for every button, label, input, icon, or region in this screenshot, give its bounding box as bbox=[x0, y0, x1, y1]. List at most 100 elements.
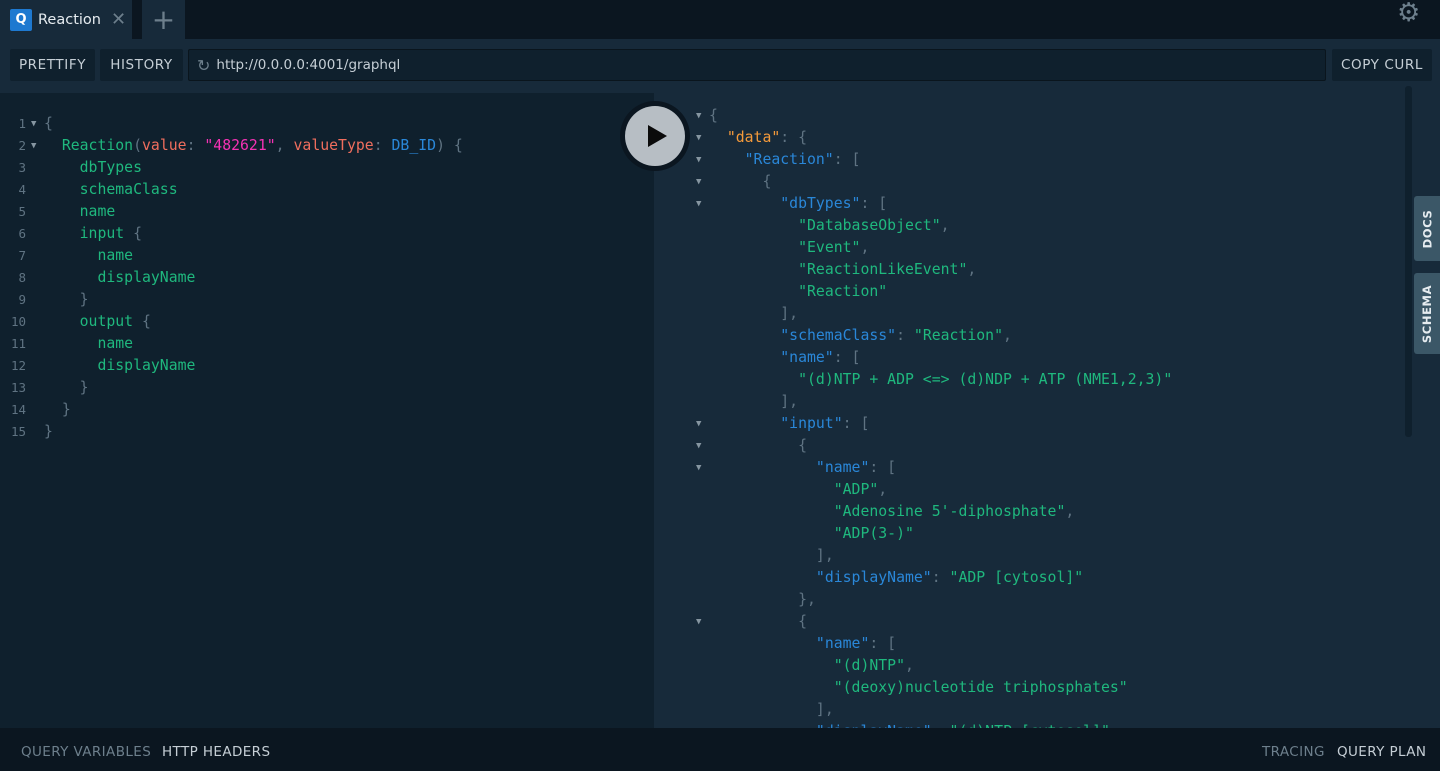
fold-toggle-icon[interactable]: ▼ bbox=[31, 113, 36, 135]
copy-curl-button[interactable]: COPY CURL bbox=[1332, 49, 1432, 81]
code-token: "ADP" bbox=[833, 481, 879, 498]
code-token: , bbox=[1065, 503, 1075, 520]
line-number: 2 bbox=[18, 138, 26, 153]
reload-icon[interactable]: ↻ bbox=[197, 56, 210, 75]
code-token: "Reaction" bbox=[913, 327, 1003, 344]
code-line: "(deoxy)nucleotide triphosphates" bbox=[654, 677, 1440, 699]
results-scrollbar[interactable] bbox=[1405, 86, 1412, 437]
fold-toggle-icon[interactable]: ▼ bbox=[696, 193, 701, 215]
code-line: "ReactionLikeEvent", bbox=[654, 259, 1440, 281]
http-headers-tab[interactable]: HTTP HEADERS bbox=[162, 744, 270, 760]
code-token: } bbox=[61, 401, 71, 418]
line-number: 6 bbox=[18, 226, 26, 241]
code-line: ▼ "name": [ bbox=[654, 457, 1440, 479]
fold-toggle-icon[interactable]: ▼ bbox=[31, 135, 36, 157]
gear-icon[interactable]: ⚙ bbox=[1397, 0, 1420, 28]
code-token: , bbox=[1003, 327, 1012, 344]
line-number: 3 bbox=[18, 160, 26, 175]
line-number: 10 bbox=[10, 314, 26, 329]
code-token: "displayName" bbox=[815, 569, 932, 586]
code-line: "(d)NTP + ADP <=> (d)NDP + ATP (NME1,2,3… bbox=[654, 369, 1440, 391]
code-line: 8 displayName bbox=[0, 267, 654, 289]
code-token: "Reaction" bbox=[798, 283, 888, 300]
toolbar: PRETTIFY HISTORY ↻ http://0.0.0.0:4001/g… bbox=[0, 39, 1440, 93]
code-line: }, bbox=[654, 589, 1440, 611]
fold-toggle-icon[interactable]: ▼ bbox=[696, 611, 701, 633]
fold-toggle-icon[interactable]: ▼ bbox=[696, 149, 701, 171]
graphql-query-icon: Q bbox=[10, 8, 32, 31]
code-token: : [ bbox=[842, 415, 870, 432]
fold-toggle-icon[interactable]: ▼ bbox=[696, 435, 701, 457]
result-viewer: ▼{▼ "data": {▼ "Reaction": [▼{▼ "dbTypes": … bbox=[654, 93, 1440, 728]
code-line: "Event", bbox=[654, 237, 1440, 259]
query-plan-tab[interactable]: QUERY PLAN bbox=[1337, 744, 1426, 760]
fold-toggle-icon[interactable]: ▼ bbox=[696, 127, 701, 149]
code-line: 11 name bbox=[0, 333, 654, 355]
code-token: "name" bbox=[815, 459, 870, 476]
code-token: value bbox=[142, 137, 187, 154]
fold-toggle-icon[interactable]: ▼ bbox=[696, 413, 701, 435]
tracing-tab[interactable]: TRACING bbox=[1262, 744, 1325, 760]
docs-tab[interactable]: DOCS bbox=[1414, 196, 1440, 261]
code-line: "DatabaseObject", bbox=[654, 215, 1440, 237]
fold-toggle-icon[interactable]: ▼ bbox=[696, 457, 701, 479]
code-line: 12 displayName bbox=[0, 355, 654, 377]
code-token: "Reaction" bbox=[744, 151, 834, 168]
code-token: dbTypes bbox=[79, 159, 142, 176]
code-token: valueType bbox=[293, 137, 374, 154]
code-token: : [ bbox=[833, 349, 861, 366]
code-token: "(deoxy)nucleotide triphosphates" bbox=[833, 679, 1128, 696]
add-tab-button[interactable]: + bbox=[142, 0, 185, 39]
code-token: { bbox=[709, 107, 718, 124]
code-token: "schemaClass" bbox=[780, 327, 897, 344]
tab-reaction[interactable]: Q Reaction ✕ bbox=[0, 0, 132, 39]
code-token: "data" bbox=[726, 129, 781, 146]
code-line: ], bbox=[654, 699, 1440, 721]
code-token: ], bbox=[780, 305, 799, 322]
code-line: ▼ "Reaction": [ bbox=[654, 149, 1440, 171]
close-icon[interactable]: ✕ bbox=[111, 9, 126, 30]
code-token: , bbox=[967, 261, 977, 278]
fold-toggle-icon[interactable]: ▼ bbox=[696, 105, 701, 127]
code-line: ▼{ bbox=[654, 435, 1440, 457]
code-token: "ADP(3-)" bbox=[833, 525, 914, 542]
code-token: DB_ID bbox=[391, 137, 437, 154]
code-token: name bbox=[97, 247, 134, 264]
code-token: : bbox=[931, 569, 950, 586]
line-number: 15 bbox=[10, 424, 26, 439]
prettify-button[interactable]: PRETTIFY bbox=[10, 49, 95, 81]
line-number: 12 bbox=[10, 358, 26, 373]
code-token: , bbox=[860, 239, 870, 256]
fold-toggle-icon[interactable]: ▼ bbox=[696, 171, 701, 193]
code-token: displayName bbox=[97, 357, 196, 374]
line-number: 4 bbox=[18, 182, 26, 197]
line-number: 14 bbox=[10, 402, 26, 417]
code-token: : [ bbox=[860, 195, 888, 212]
code-token: "482621" bbox=[204, 137, 276, 154]
line-number: 1 bbox=[18, 116, 26, 131]
code-token: { bbox=[762, 173, 772, 190]
query-editor[interactable]: 1 ▼ {2 ▼ Reaction(value: "482621", valueType… bbox=[0, 93, 654, 728]
history-button[interactable]: HISTORY bbox=[100, 49, 183, 81]
code-token: { bbox=[44, 115, 53, 132]
code-line: ▼ "input": [ bbox=[654, 413, 1440, 435]
code-line: ], bbox=[654, 303, 1440, 325]
query-variables-tab[interactable]: QUERY VARIABLES bbox=[21, 744, 151, 760]
docs-label: DOCS bbox=[1420, 209, 1435, 248]
code-token: } bbox=[79, 291, 89, 308]
code-token: ( bbox=[133, 137, 143, 154]
code-line: ▼ "dbTypes": [ bbox=[654, 193, 1440, 215]
execute-query-button[interactable] bbox=[620, 101, 690, 171]
schema-label: SCHEMA bbox=[1420, 284, 1434, 343]
code-token: ], bbox=[815, 701, 834, 718]
code-token: , bbox=[905, 657, 914, 674]
endpoint-url-input[interactable]: ↻ http://0.0.0.0:4001/graphql bbox=[188, 49, 1326, 81]
code-line: 3 dbTypes bbox=[0, 157, 654, 179]
code-token: "Event" bbox=[798, 239, 861, 256]
schema-tab[interactable]: SCHEMA bbox=[1414, 273, 1440, 354]
code-token: Reaction bbox=[61, 137, 134, 154]
code-line: "Reaction" bbox=[654, 281, 1440, 303]
code-token: : bbox=[896, 327, 914, 344]
code-token: "ReactionLikeEvent" bbox=[798, 261, 968, 278]
code-line: ▼{ bbox=[654, 611, 1440, 633]
